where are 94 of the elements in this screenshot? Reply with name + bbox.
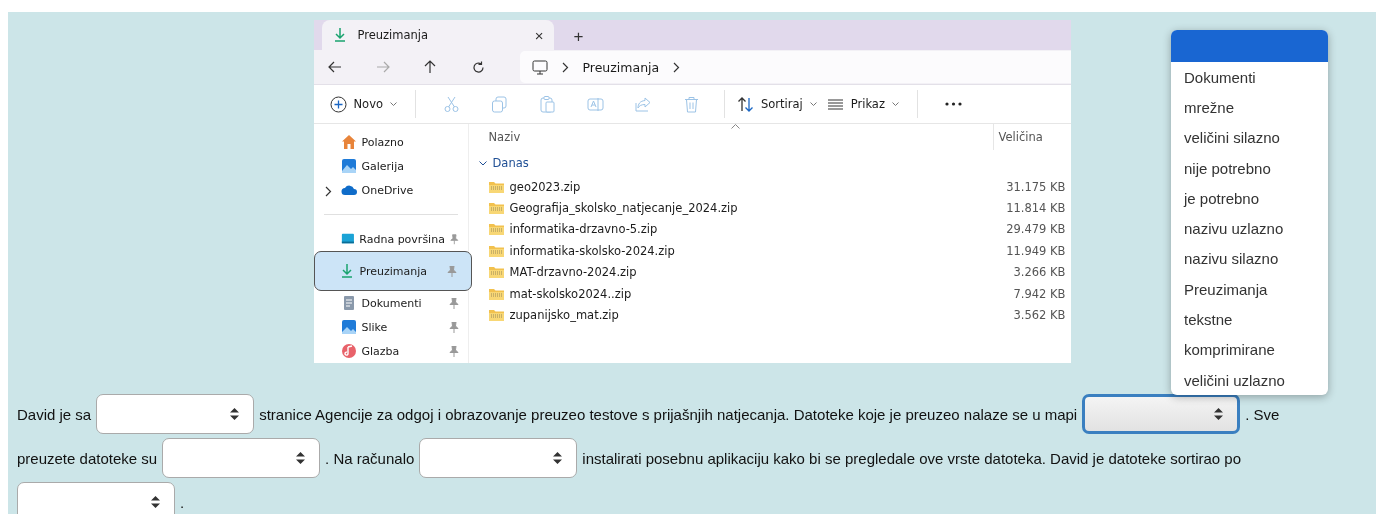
forward-icon[interactable] (375, 61, 390, 74)
view-button[interactable]: Prikaz (826, 95, 909, 113)
gallery-icon (340, 158, 357, 174)
file-name[interactable]: geo2023.zip (509, 179, 990, 194)
close-button[interactable]: × (534, 26, 544, 44)
file-name[interactable]: informatika-drzavno-5.zip (509, 222, 990, 237)
answer-select[interactable] (1082, 394, 1241, 434)
question-text: preuzete datoteke su (17, 449, 158, 467)
answer-select[interactable] (96, 394, 255, 434)
dropdown-option[interactable]: komprimirane (1171, 334, 1328, 365)
answer-select[interactable] (419, 438, 578, 478)
zip-folder-icon (488, 223, 504, 236)
group-header[interactable]: Danas (492, 156, 529, 170)
image-icon (340, 319, 357, 335)
column-header[interactable]: Veličina (992, 124, 1071, 150)
rename-icon (587, 95, 605, 113)
dropdown-option[interactable]: veličini silazno (1171, 122, 1328, 153)
answer-select[interactable] (162, 438, 321, 478)
zip-folder-icon (488, 180, 504, 193)
dropdown-option[interactable]: tekstne (1171, 304, 1328, 335)
dropdown-option[interactable]: je potrebno (1171, 183, 1328, 214)
file-name[interactable]: mat-skolsko2024..zip (509, 286, 990, 301)
file-size: 31.175 KB (1005, 179, 1067, 194)
browser-tab[interactable]: Preuzimanja × (321, 20, 554, 50)
file-size: 11.949 KB (1005, 243, 1067, 258)
trash-icon (683, 95, 701, 113)
file-size: 3.562 KB (1012, 308, 1067, 323)
sidebar-item[interactable]: Slike (315, 315, 466, 339)
spinner-icon (296, 452, 306, 464)
file-name[interactable]: MAT-drzavno-2024.zip (509, 265, 990, 280)
caret-icon (809, 101, 817, 107)
up-icon[interactable] (423, 60, 436, 75)
caret-icon (891, 101, 899, 107)
plus-icon (329, 95, 347, 113)
sidebar-item[interactable]: Radna površina (315, 227, 466, 251)
sidebar-item[interactable]: Polazno (315, 130, 466, 154)
caret-icon (390, 101, 397, 107)
music-icon (340, 343, 357, 359)
refresh-icon[interactable] (471, 60, 485, 74)
question-text: David je sa (17, 405, 92, 423)
dropdown-option[interactable]: mrežne (1171, 92, 1328, 123)
spinner-icon (553, 452, 563, 464)
column-header[interactable]: Naziv (468, 130, 993, 144)
home-icon (340, 134, 357, 150)
file-size: 7.942 KB (1012, 286, 1067, 301)
question-text: . Sve (1245, 405, 1280, 423)
zip-folder-icon (488, 309, 504, 322)
spinner-icon (230, 408, 240, 420)
expand-icon[interactable] (324, 186, 332, 197)
sort-button[interactable]: Sortiraj (737, 95, 827, 113)
answer-select[interactable] (17, 482, 175, 514)
file-name[interactable]: informatika-skolsko-2024.zip (509, 243, 990, 258)
share-icon (635, 95, 653, 113)
dropdown-option[interactable]: Preuzimanja (1171, 274, 1328, 305)
sort-icon (737, 95, 754, 113)
breadcrumb[interactable]: Preuzimanja (582, 59, 660, 75)
question-text: stranice Agencije za odgoj i obrazovanje preuzeo testove s prijašnjih natjecanja. Datoteke koje je preuzeo nalaze se u mapi (259, 405, 1078, 423)
question-text: . Na računalo (325, 449, 415, 467)
spinner-icon (151, 496, 160, 508)
address-bar[interactable]: Preuzimanja (519, 51, 1071, 84)
question-text: instalirati posebnu aplikaciju kako bi se pregledale ove vrste datoteka. David je datoteke sortirao po (582, 449, 1242, 467)
file-size: 3.266 KB (1012, 265, 1067, 280)
zip-folder-icon (488, 202, 504, 215)
file-size: 29.479 KB (1005, 222, 1067, 237)
sidebar-item[interactable]: Dokumenti (315, 291, 466, 315)
sort-indicator-icon (730, 124, 740, 129)
computer-icon (531, 59, 548, 75)
more-icon (945, 102, 963, 107)
back-icon[interactable] (327, 61, 342, 74)
file-name[interactable]: Geografija_skolsko_natjecanje_2024.zip (509, 201, 990, 216)
dropdown-option[interactable]: nije potrebno (1171, 152, 1328, 184)
dropdown-option[interactable]: nazivu uzlazno (1171, 213, 1328, 244)
zip-folder-icon (488, 287, 504, 300)
file-size: 11.814 KB (1005, 201, 1067, 216)
sidebar-item[interactable]: OneDrive (315, 178, 466, 202)
sidebar-item[interactable]: Preuzimanja (313, 251, 472, 291)
dropdown-option[interactable]: nazivu silazno (1171, 243, 1328, 275)
spinner-icon (1214, 408, 1224, 420)
paste-icon (539, 95, 557, 113)
chevron-icon (673, 61, 681, 73)
collapse-icon[interactable] (478, 160, 487, 166)
sidebar-item[interactable]: Galerija (315, 154, 466, 178)
chevron-icon (561, 61, 569, 73)
zip-folder-icon (488, 244, 504, 257)
question-text: . (180, 493, 185, 511)
dropdown-option[interactable]: veličini uzlazno (1171, 364, 1328, 396)
zip-folder-icon (488, 266, 504, 279)
new-button[interactable]: Novo (329, 95, 407, 113)
file-name[interactable]: zupanijsko_mat.zip (509, 308, 990, 323)
dropdown-option[interactable]: Dokumenti (1171, 62, 1328, 93)
copy-icon (491, 95, 509, 113)
new-tab-button[interactable]: + (567, 26, 590, 48)
sidebar-item[interactable]: Glazba (315, 339, 466, 363)
scissors-icon (443, 95, 461, 113)
